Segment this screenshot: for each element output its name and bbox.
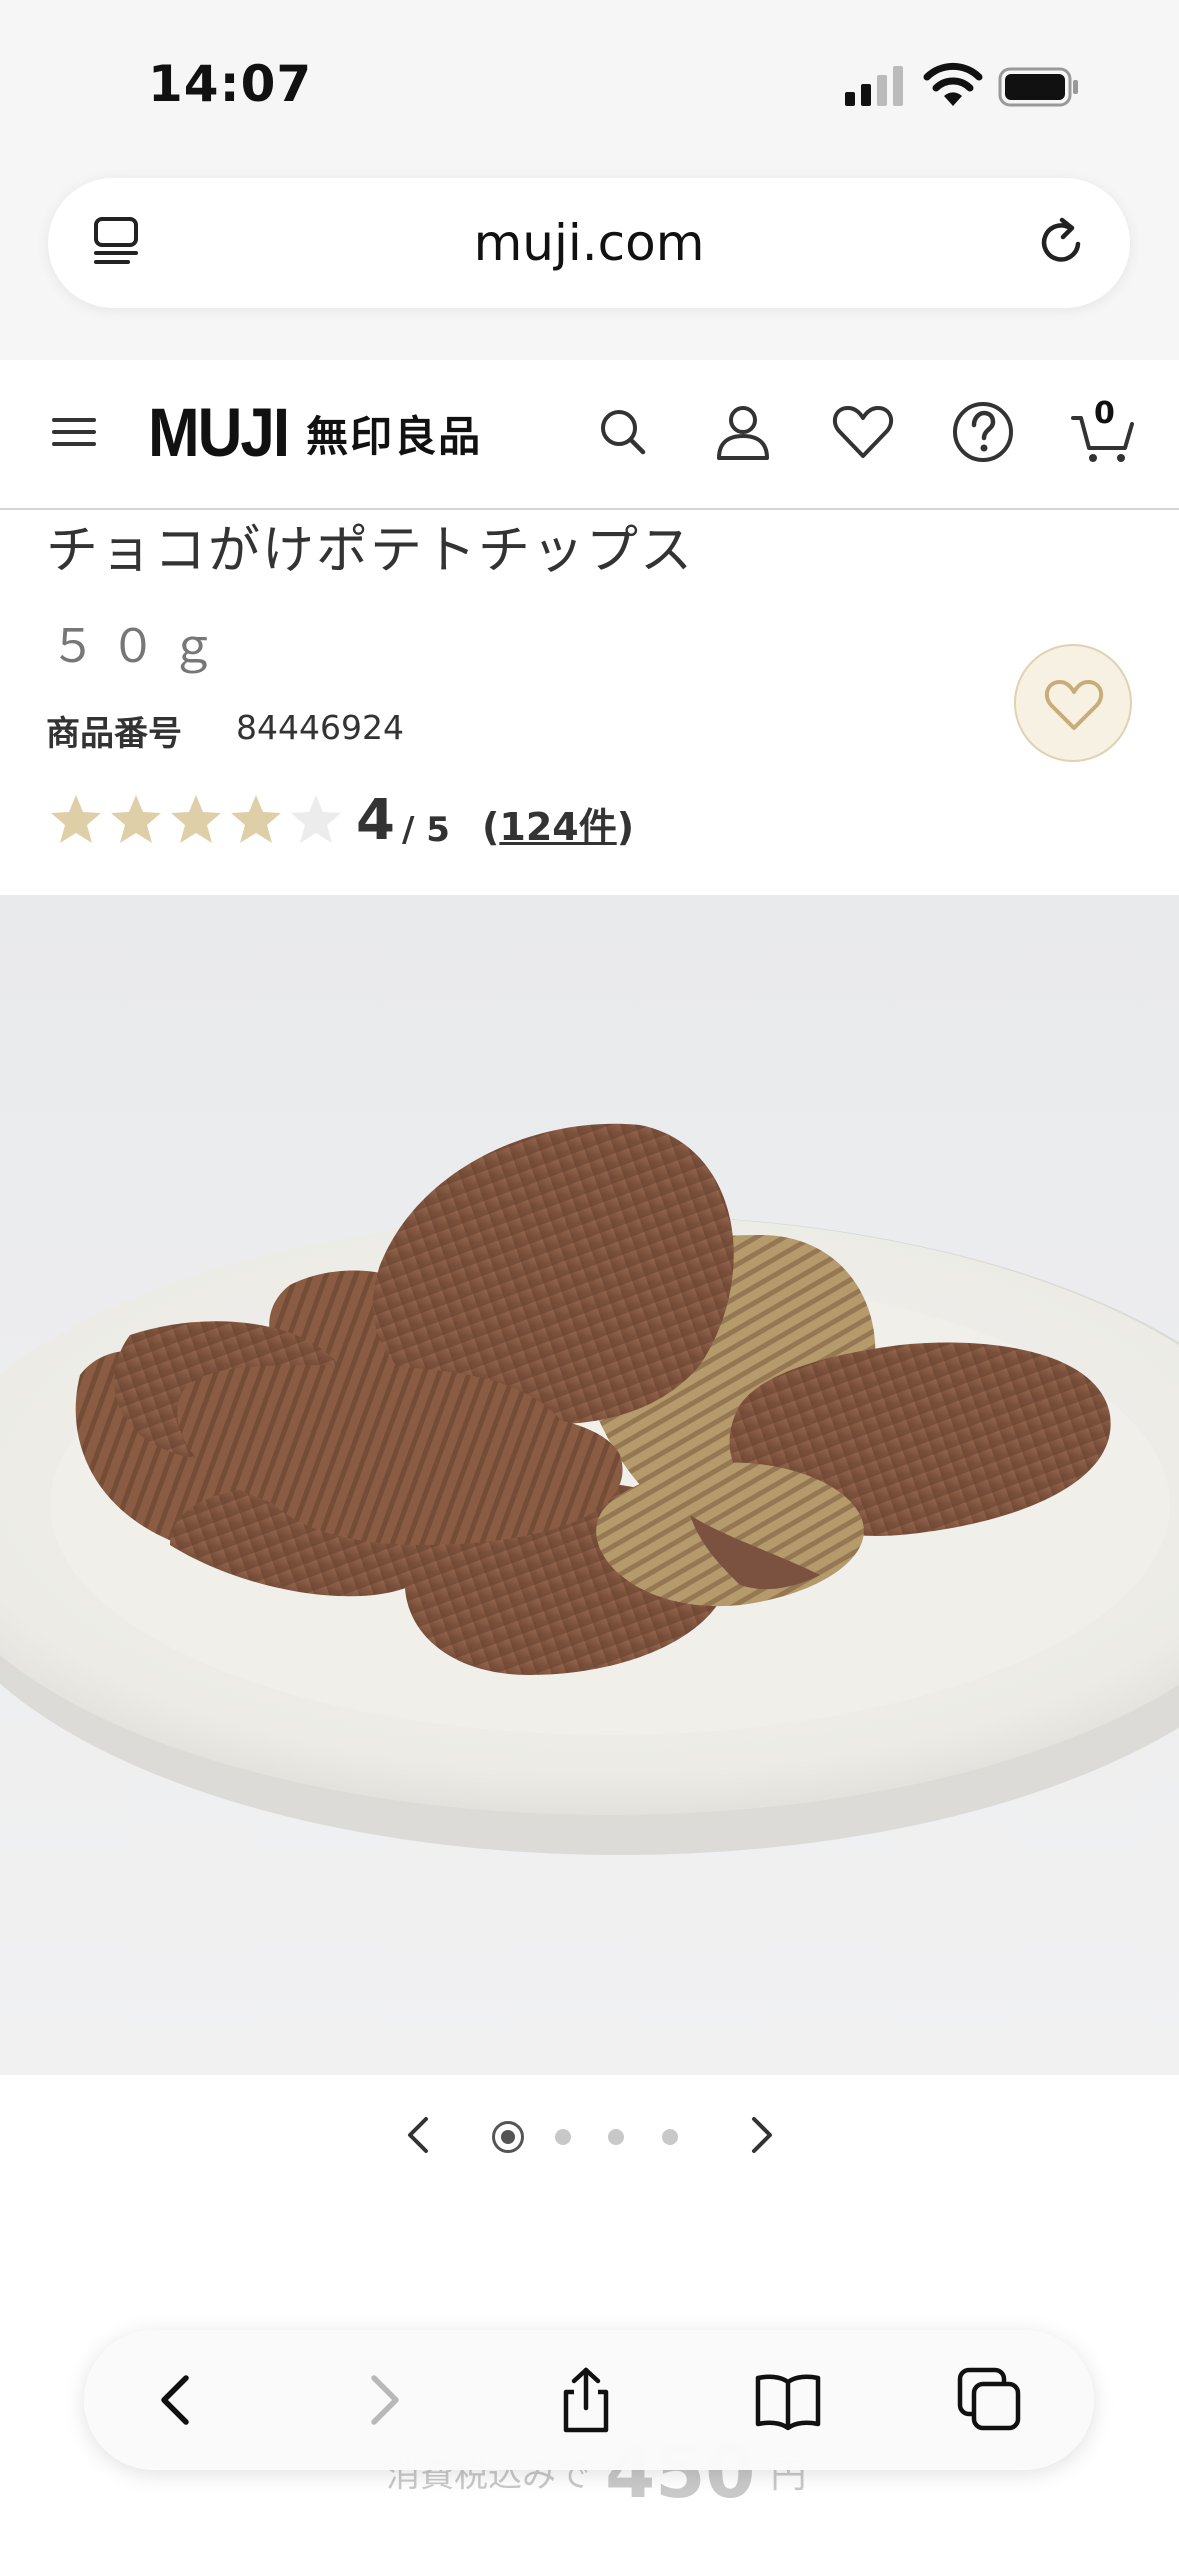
review-count-link[interactable]: (124件): [482, 796, 634, 851]
rating-out-of: / 5: [402, 810, 450, 850]
rating-star-icon: [51, 795, 101, 843]
cart-count: 0: [1094, 396, 1115, 431]
previous-image-chevron-icon[interactable]: [398, 2113, 442, 2157]
logo-japanese: 無印良品: [306, 411, 483, 461]
logo-latin: MUJI: [148, 395, 290, 471]
cellular-signal-icon: [845, 66, 903, 106]
browser-toolbar: [84, 2330, 1094, 2470]
review-count-text[interactable]: 124件: [499, 805, 616, 849]
muji-logo[interactable]: MUJI 無印良品: [148, 395, 483, 471]
rating-score: 4: [356, 788, 395, 853]
gallery-dot-1[interactable]: [492, 2121, 524, 2153]
address-bar[interactable]: muji.com: [48, 178, 1130, 308]
status-time: 14:07: [148, 55, 313, 113]
back-chevron-icon[interactable]: [142, 2364, 214, 2436]
favorites-heart-icon[interactable]: [829, 398, 897, 466]
forward-chevron-icon[interactable]: [346, 2364, 418, 2436]
product-weight: ５０ｇ: [50, 619, 230, 673]
next-image-chevron-icon[interactable]: [738, 2113, 782, 2157]
gallery-pager: [0, 2075, 1179, 2195]
rating-star-icon: [231, 795, 281, 843]
rating-star-icon: [291, 795, 341, 843]
rating-star-icon: [171, 795, 221, 843]
tabs-icon[interactable]: [954, 2364, 1026, 2436]
sku-value: 84446924: [236, 708, 404, 747]
gallery-dot-2[interactable]: [555, 2129, 571, 2145]
add-to-favorites-button[interactable]: [1014, 644, 1132, 762]
product-photo: [0, 895, 1179, 2075]
wifi-icon: [923, 62, 983, 106]
product-title: チョコがけポテトチップス: [46, 521, 695, 581]
page: 14:07 muji.com MUJI 無印良品 0 チョコがけポテトチップス …: [0, 0, 1179, 2556]
reload-icon[interactable]: [1032, 212, 1092, 272]
site-header: MUJI 無印良品 0: [0, 360, 1179, 510]
share-icon[interactable]: [550, 2364, 622, 2436]
battery-icon: [998, 67, 1078, 107]
url-text[interactable]: muji.com: [48, 214, 1130, 272]
gallery-dot-4[interactable]: [662, 2129, 678, 2145]
heart-icon: [1044, 680, 1104, 730]
product-image[interactable]: [0, 895, 1179, 2075]
search-icon[interactable]: [589, 398, 657, 466]
status-bar: 14:07: [0, 0, 1179, 170]
hamburger-menu-icon[interactable]: [40, 398, 108, 466]
bookmarks-book-icon[interactable]: [752, 2364, 824, 2436]
gallery-dot-3[interactable]: [608, 2129, 624, 2145]
rating-stars: [46, 790, 346, 850]
rating-star-icon: [111, 795, 161, 843]
account-icon[interactable]: [709, 398, 777, 466]
sku-label: 商品番号: [46, 714, 182, 754]
help-icon[interactable]: [949, 398, 1017, 466]
product-info: チョコがけポテトチップス ５０ｇ 商品番号 84446924 4 / 5 (12…: [0, 510, 1179, 895]
